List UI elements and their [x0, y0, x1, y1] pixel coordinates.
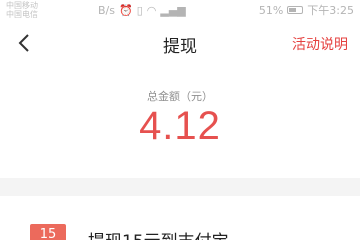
- carrier-info: 中国移动 中国电信: [6, 1, 38, 19]
- balance-label: 总金额（元）: [147, 90, 213, 103]
- activity-rules-link[interactable]: 活动说明: [292, 34, 348, 54]
- withdraw-option-row[interactable]: 15 提现15元到支付宝: [0, 196, 360, 240]
- section-divider: [0, 178, 360, 196]
- battery-percent: 51%: [258, 3, 284, 17]
- status-bar: 中国移动 中国电信 B/s ⏰ ▯ ◠ ▂▄▆ 51% 下午3:25: [0, 0, 360, 22]
- status-right: 51% 下午3:25: [258, 3, 354, 18]
- clock: 下午3:25: [307, 4, 354, 17]
- navigation-bar: 提现 活动说明: [0, 22, 360, 66]
- carrier-line-2: 中国电信: [6, 10, 38, 19]
- carrier-line-1: 中国移动: [6, 1, 38, 10]
- vibrate-icon: ▯: [136, 3, 143, 17]
- battery-icon: [287, 6, 304, 14]
- balance-panel: 总金额（元） 4.12: [0, 66, 360, 178]
- signal-icon: ▂▄▆: [160, 3, 186, 17]
- alarm-icon: ⏰: [118, 3, 133, 17]
- network-speed: B/s: [98, 3, 115, 17]
- status-icons: B/s ⏰ ▯ ◠ ▂▄▆: [98, 3, 186, 17]
- wifi-icon: ◠: [146, 3, 157, 17]
- amount-badge: 15: [30, 224, 66, 240]
- balance-amount: 4.12: [139, 104, 221, 148]
- withdraw-option-label: 提现15元到支付宝: [88, 227, 229, 240]
